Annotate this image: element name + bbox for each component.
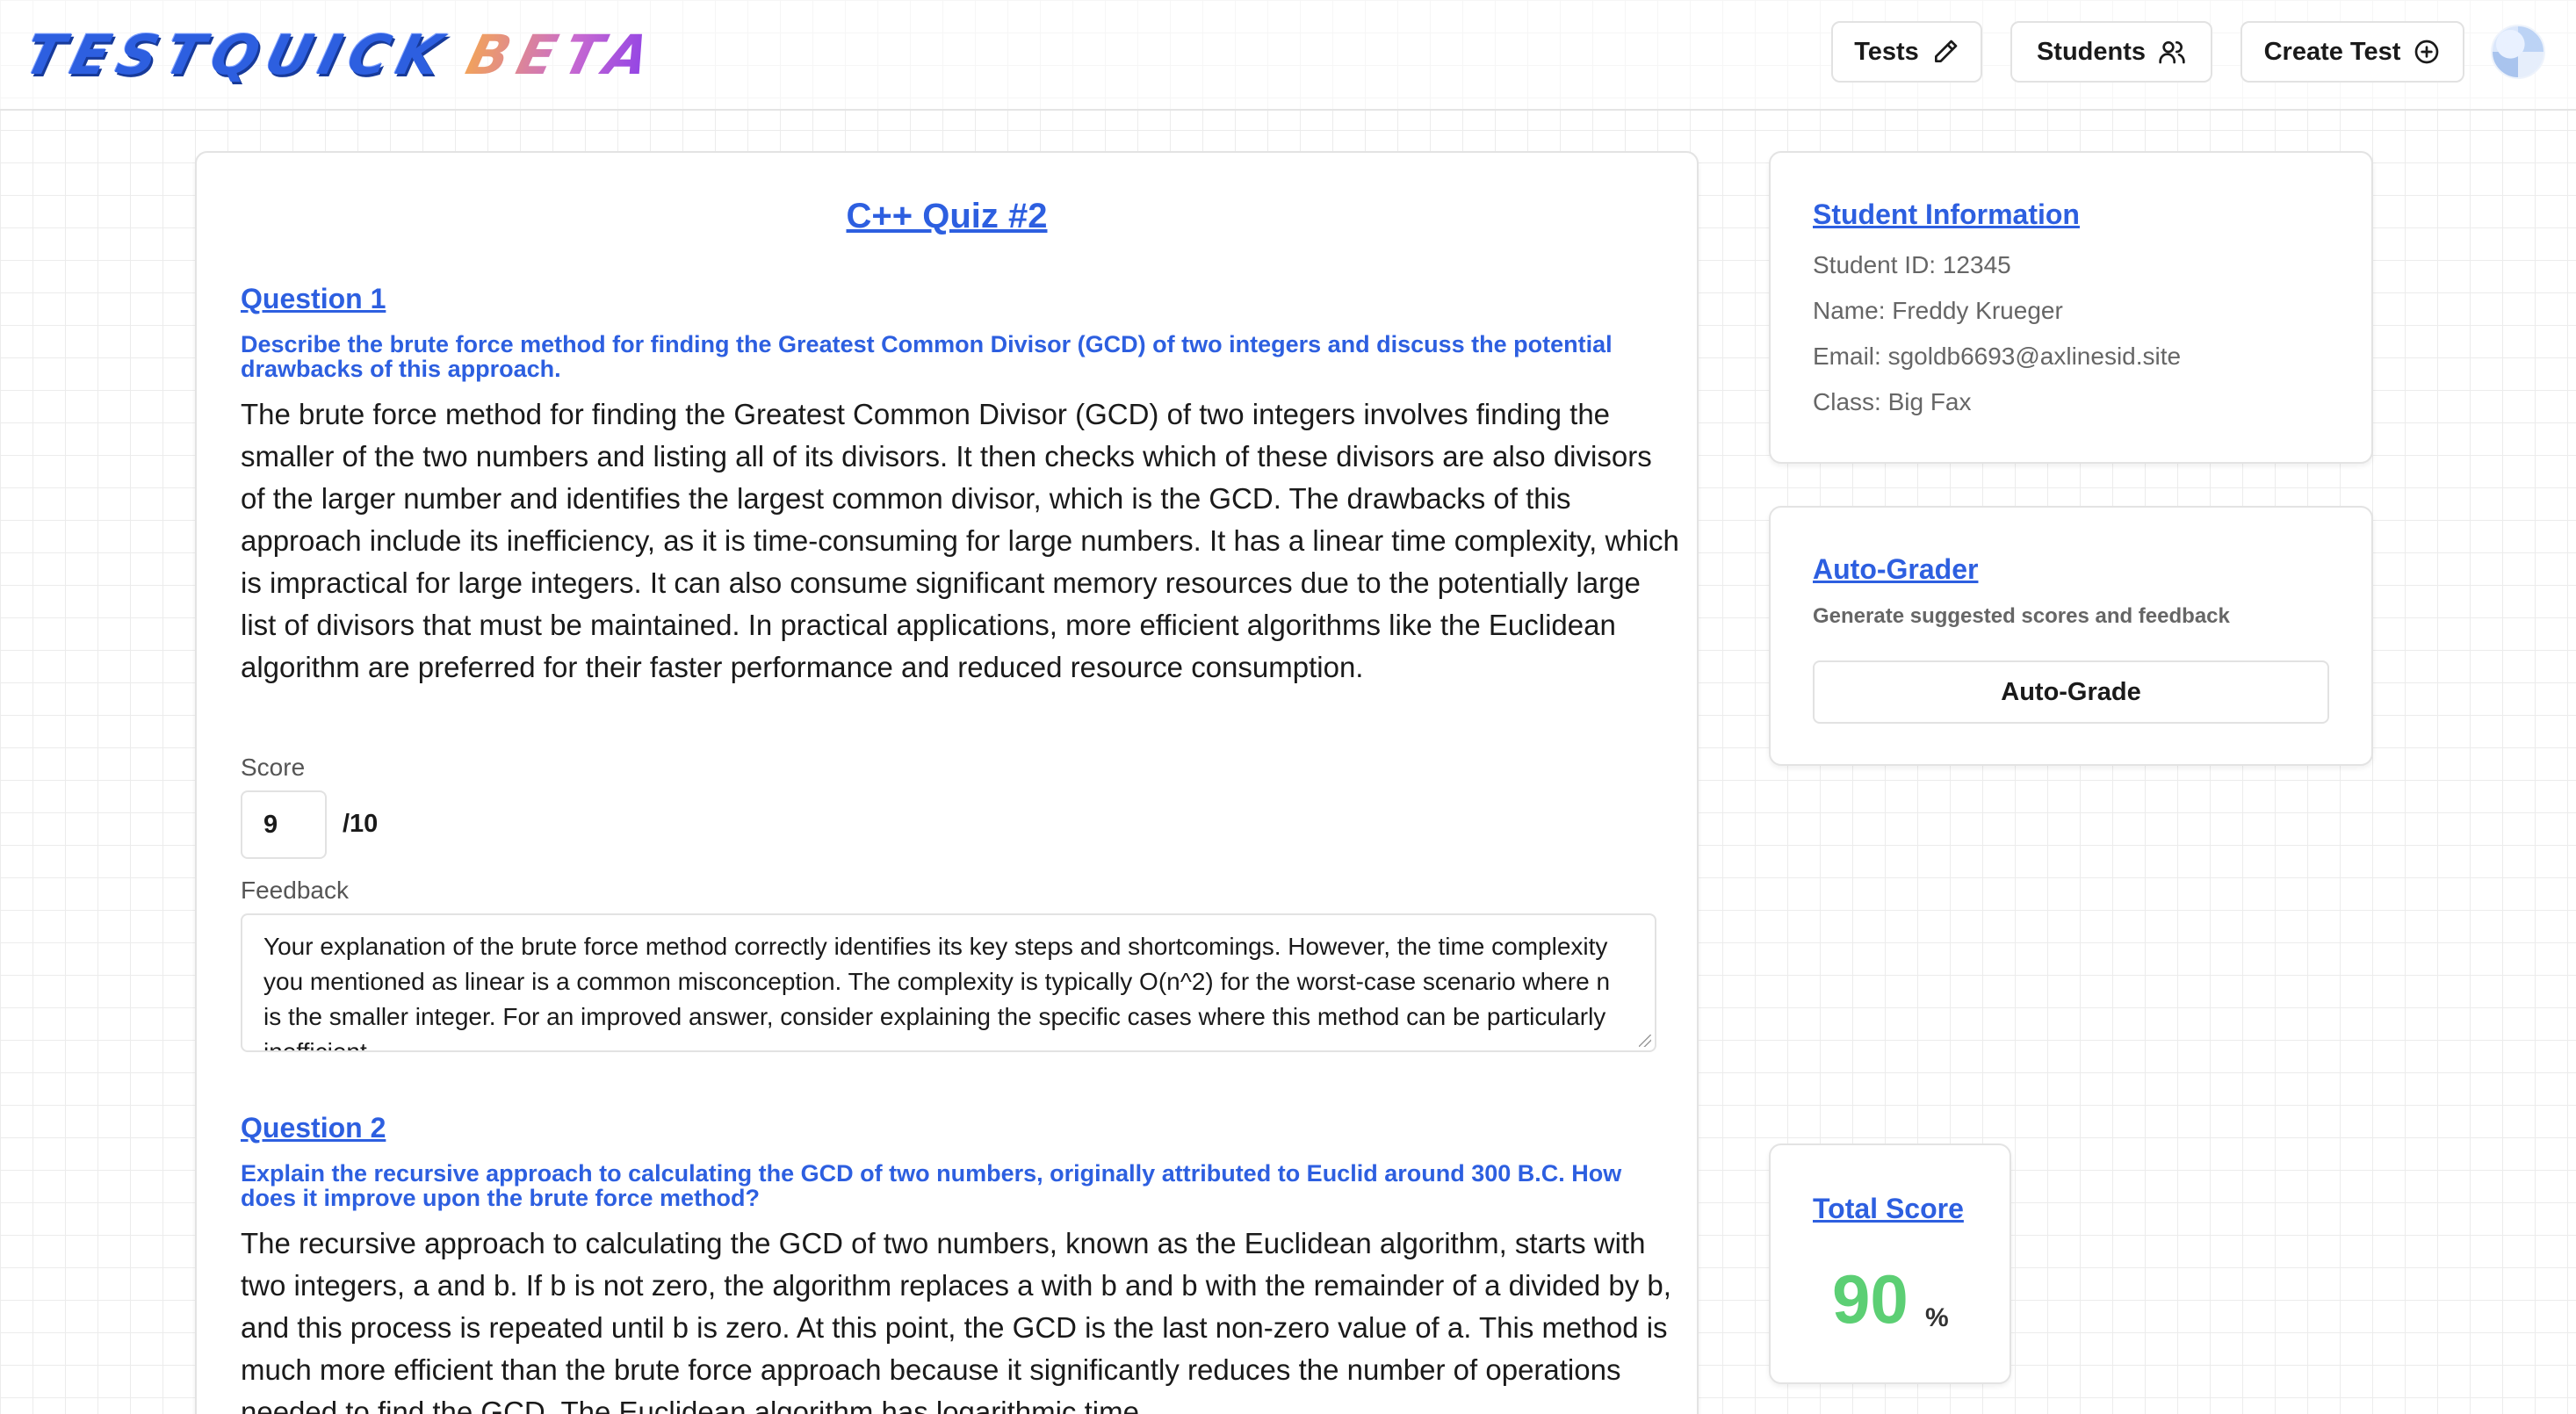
question-1-heading[interactable]: Question 1 — [241, 283, 386, 315]
logo-word-testquick: TESTQUICK — [18, 22, 458, 87]
student-id: Student ID: 12345 — [1813, 251, 2011, 278]
user-avatar[interactable] — [2491, 25, 2545, 79]
question-1-feedback-textarea[interactable]: Your explanation of the brute force meth… — [241, 913, 1656, 1052]
create-test-button[interactable]: Create Test — [2240, 21, 2464, 83]
quiz-title[interactable]: C++ Quiz #2 — [197, 197, 1697, 236]
question-1-feedback-text: Your explanation of the brute force meth… — [263, 933, 1611, 1052]
students-button[interactable]: Students — [2010, 21, 2212, 83]
tests-button-label: Tests — [1854, 37, 1919, 66]
autograder-card: Auto-Grader Generate suggested scores an… — [1769, 506, 2373, 766]
question-1-score-label: Score — [241, 754, 306, 781]
total-score-value: 90 — [1832, 1260, 1909, 1338]
resize-handle-icon[interactable] — [1639, 1035, 1651, 1047]
autograder-title[interactable]: Auto-Grader — [1813, 553, 1978, 586]
tests-button[interactable]: Tests — [1831, 21, 1982, 83]
autograder-subtitle: Generate suggested scores and feedback — [1813, 604, 2230, 628]
question-1-score-input[interactable]: 9 — [241, 790, 327, 859]
total-score-card: Total Score 90 % — [1769, 1143, 2011, 1384]
question-2-prompt: Explain the recursive approach to calcul… — [241, 1160, 1622, 1211]
student-name: Name: Freddy Krueger — [1813, 297, 2063, 324]
total-score-unit: % — [1925, 1303, 1949, 1332]
question-1-score-max: /10 — [343, 810, 379, 838]
question-1-feedback-label: Feedback — [241, 877, 349, 904]
auto-grade-button[interactable]: Auto-Grade — [1813, 660, 2329, 724]
students-button-label: Students — [2036, 37, 2147, 66]
plus-circle-icon — [2415, 40, 2439, 64]
app-logo[interactable]: TESTQUICK BETA — [18, 19, 666, 90]
question-1-prompt: Describe the brute force method for find… — [241, 331, 1613, 382]
question-2-answer: The recursive approach to calculating th… — [241, 1227, 1671, 1414]
student-email: Email: sgoldb6693@axlinesid.site — [1813, 343, 2182, 370]
question-2-heading[interactable]: Question 2 — [241, 1112, 386, 1144]
student-info-title[interactable]: Student Information — [1813, 198, 2080, 231]
pencil-icon — [1934, 40, 1958, 62]
logo-word-beta: BETA — [460, 22, 666, 87]
student-class: Class: Big Fax — [1813, 388, 1972, 415]
quiz-card: C++ Quiz #2 Question 1 Describe the brut… — [195, 151, 1699, 1414]
student-info-card: Student Information Student ID: 12345 Na… — [1769, 151, 2373, 464]
create-test-button-label: Create Test — [2263, 37, 2401, 66]
users-icon — [2159, 41, 2185, 64]
total-score-title[interactable]: Total Score — [1813, 1193, 1964, 1225]
question-1-answer: The brute force method for finding the G… — [241, 398, 1679, 683]
top-header: TESTQUICK BETA Tests Students Create Tes… — [0, 0, 2576, 111]
